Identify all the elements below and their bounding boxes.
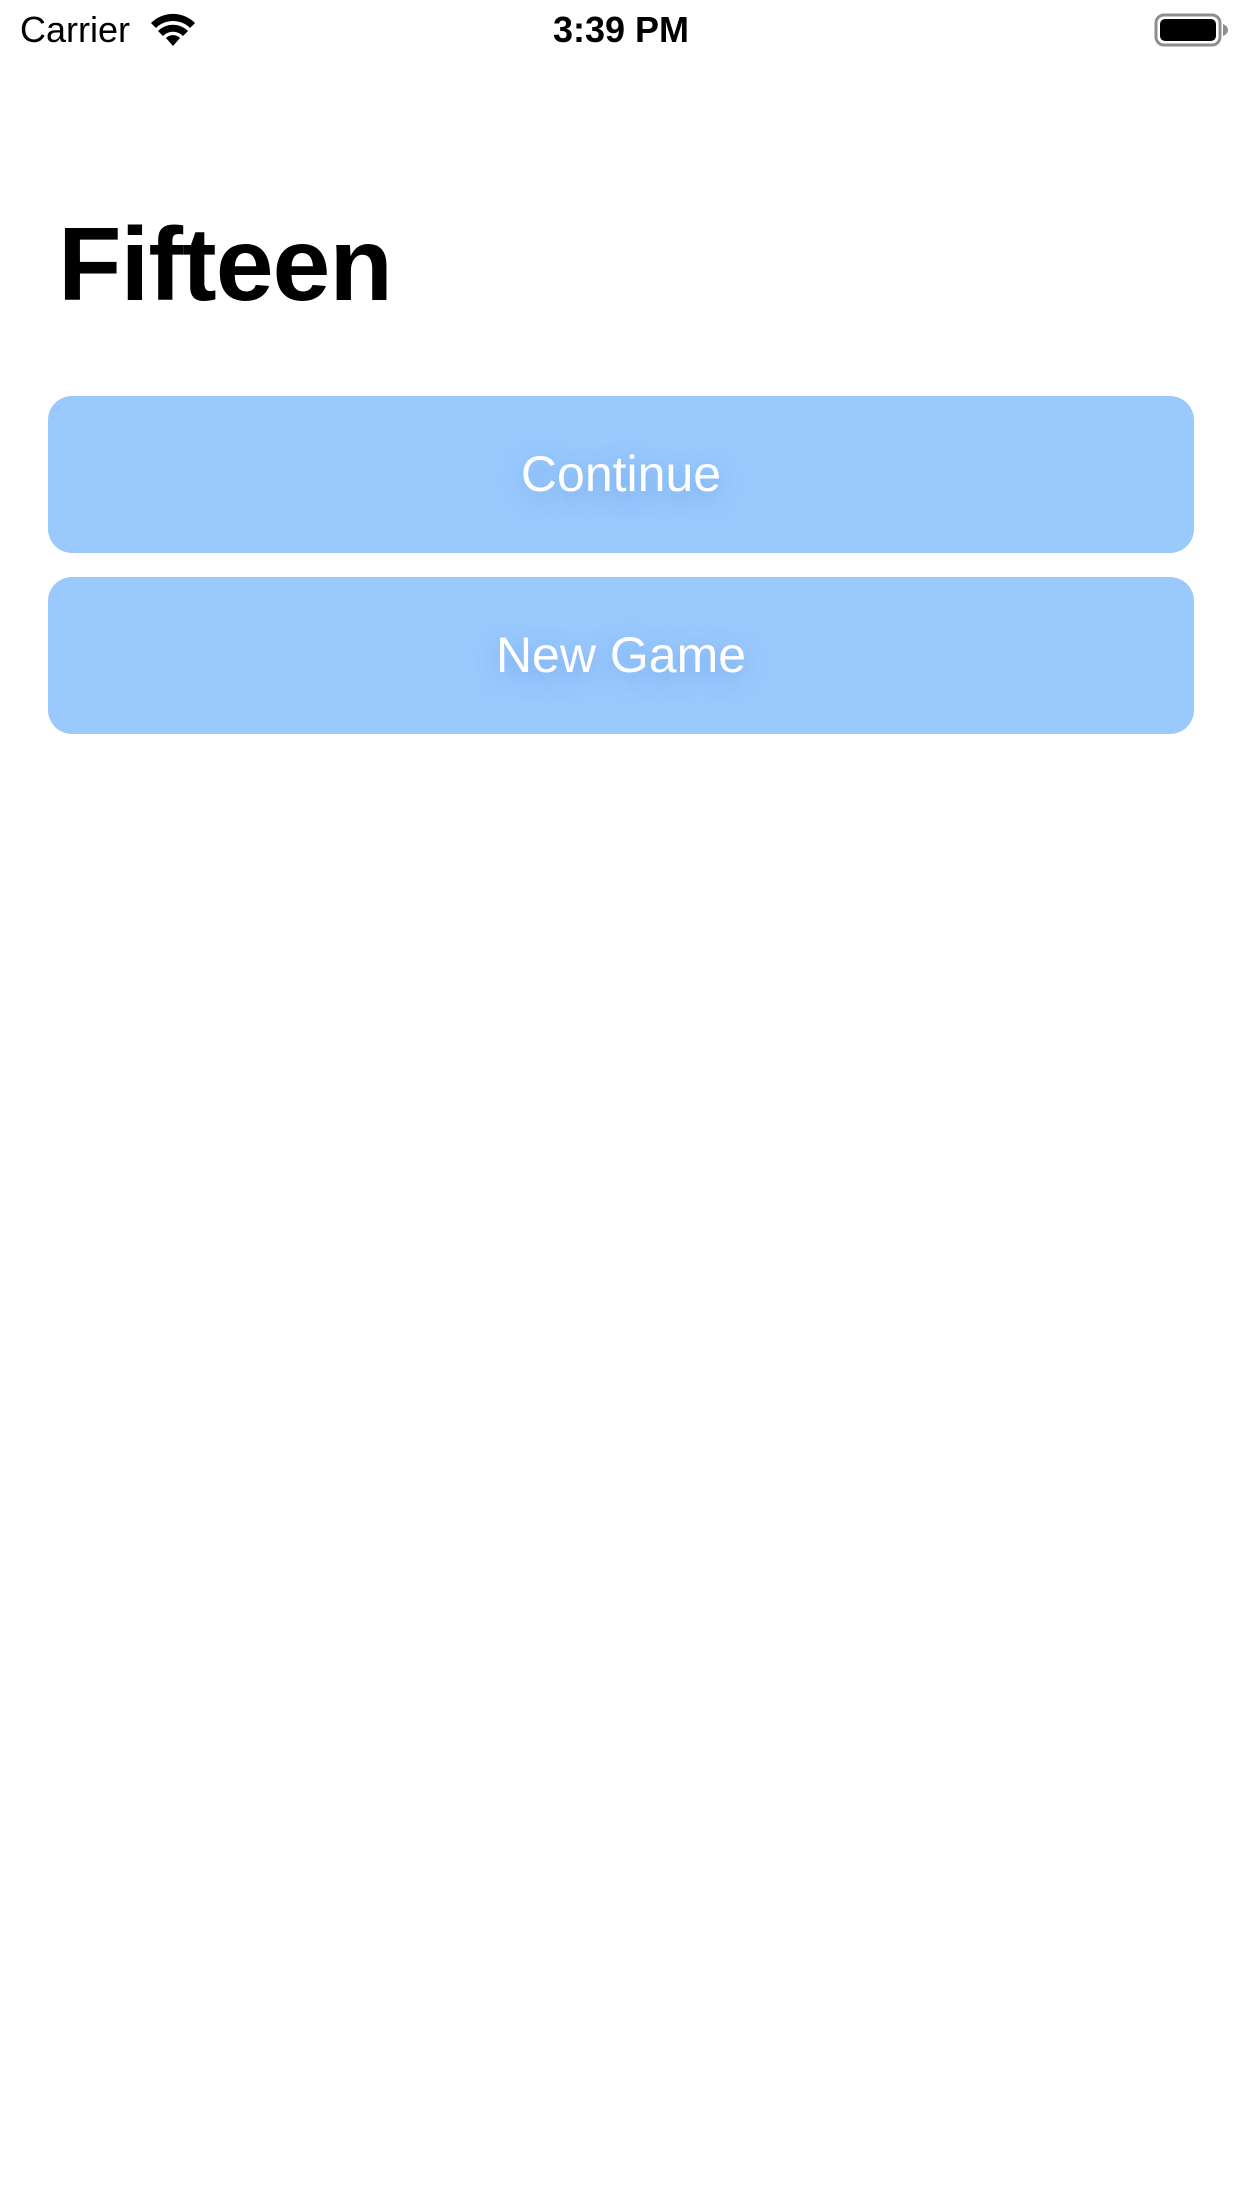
page-title: Fifteen	[58, 207, 393, 323]
app-screen: Carrier 3:39 PM Fifteen Continue New Gam…	[0, 0, 1242, 2208]
battery-full-icon	[1154, 13, 1228, 47]
status-time: 3:39 PM	[552, 9, 690, 50]
new-game-button[interactable]: New Game	[48, 577, 1194, 734]
continue-button[interactable]: Continue	[48, 396, 1194, 553]
continue-button-label: Continue	[520, 446, 722, 502]
new-game-button-label: New Game	[495, 627, 747, 683]
status-bar: Carrier 3:39 PM	[0, 0, 1242, 60]
